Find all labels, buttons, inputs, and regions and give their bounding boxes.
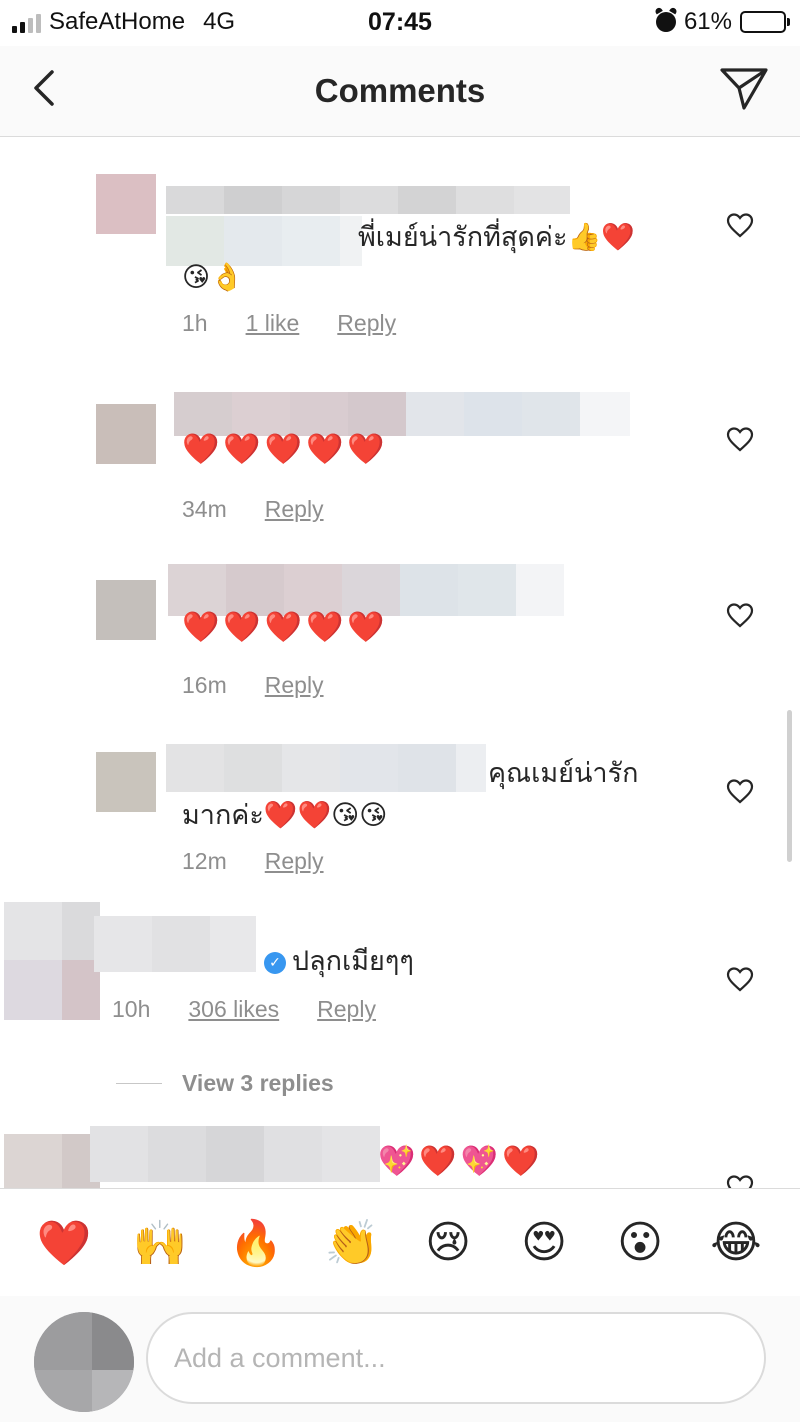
comment-text-content: ปลุกเมียๆๆ — [292, 946, 414, 977]
heart-emoji-button[interactable]: ❤️ — [37, 1218, 92, 1268]
fire-emoji-button[interactable]: 🔥 — [229, 1218, 284, 1268]
reply-button[interactable]: Reply — [265, 496, 324, 523]
reply-button[interactable]: Reply — [337, 310, 396, 337]
alarm-icon — [655, 12, 676, 32]
tears-of-joy-emoji-button[interactable]: 😂 — [710, 1218, 761, 1268]
battery-percent: 61% — [683, 8, 732, 35]
avatar[interactable] — [96, 404, 156, 464]
likes-count[interactable]: 306 likes — [188, 996, 279, 1023]
comment-text: ✓ ปลุกเมียๆๆ — [264, 942, 414, 982]
reply-button[interactable]: Reply — [317, 996, 376, 1023]
comment-meta: 10h 306 likes Reply — [112, 996, 376, 1023]
blurred-username — [166, 744, 486, 792]
heart-outline-icon[interactable] — [726, 602, 754, 628]
comment-composer — [0, 1296, 800, 1422]
blurred-username — [174, 392, 630, 436]
comment-time: 34m — [182, 496, 227, 522]
divider-line — [116, 1083, 162, 1084]
blurred-username — [94, 916, 256, 972]
blurred-username — [166, 186, 570, 214]
comment-text: พี่เมย์น่ารักที่สุดค่ะ👍❤️ — [358, 222, 635, 253]
status-bar: SafeAtHome 4G 07:45 61% — [0, 0, 800, 46]
comment-meta: 1h 1 like Reply — [182, 310, 396, 337]
comment-input[interactable] — [146, 1312, 766, 1404]
surprised-face-emoji-button[interactable]: 😮 — [615, 1218, 665, 1268]
status-right: 61% — [655, 8, 790, 36]
comment-time: 16m — [182, 672, 227, 698]
reply-button[interactable]: Reply — [265, 672, 324, 699]
avatar[interactable] — [96, 580, 156, 640]
raising-hands-emoji-button[interactable]: 🙌 — [133, 1218, 188, 1268]
avatar[interactable] — [96, 174, 156, 234]
crying-face-emoji-button[interactable]: 😢 — [423, 1218, 473, 1268]
likes-count[interactable]: 1 like — [246, 310, 300, 337]
reply-button[interactable]: Reply — [265, 848, 324, 875]
comment-text: 😘👌 — [182, 262, 244, 293]
verified-badge-icon: ✓ — [264, 952, 286, 974]
view-replies-button[interactable]: View 3 replies — [116, 1070, 334, 1097]
comment-text: 💖❤️💖❤️ — [378, 1145, 544, 1178]
page-title: Comments — [314, 72, 486, 109]
heart-outline-icon[interactable] — [726, 212, 754, 238]
comments-list[interactable]: พี่เมย์น่ารักที่สุดค่ะ👍❤️ 😘👌 1h 1 like R… — [0, 138, 800, 1188]
scrollbar[interactable] — [787, 710, 792, 862]
paper-plane-icon[interactable] — [718, 64, 770, 112]
comment-meta: 16m Reply — [182, 672, 324, 699]
avatar[interactable] — [96, 752, 156, 812]
comment-text: คุณเมย์น่ารัก — [488, 758, 639, 789]
battery-icon — [740, 11, 790, 33]
blurred-username — [168, 564, 564, 616]
comment-time: 10h — [112, 996, 151, 1022]
clapping-hands-emoji-button[interactable]: 👏 — [325, 1218, 380, 1268]
heart-outline-icon[interactable] — [726, 426, 754, 452]
comment-time: 12m — [182, 848, 227, 874]
comment-text: ❤️❤️❤️❤️❤️ — [182, 433, 389, 466]
comment-text: ❤️❤️❤️❤️❤️ — [182, 611, 389, 644]
avatar[interactable] — [4, 902, 100, 1020]
comment-text: มากค่ะ❤️❤️😘😘 — [182, 800, 388, 831]
comment-time: 1h — [182, 310, 208, 336]
view-replies-label: View 3 replies — [182, 1070, 334, 1096]
emoji-quick-bar: ❤️ 🙌 🔥 👏 😢 😍 😮 😂 — [0, 1188, 800, 1296]
current-user-avatar — [34, 1312, 134, 1412]
heart-eyes-emoji-button[interactable]: 😍 — [519, 1218, 569, 1268]
header: Comments — [0, 46, 800, 137]
heart-outline-icon[interactable] — [726, 966, 754, 992]
blurred-username — [90, 1126, 380, 1182]
comment-meta: 34m Reply — [182, 496, 324, 523]
heart-outline-icon[interactable] — [726, 1174, 754, 1188]
heart-outline-icon[interactable] — [726, 778, 754, 804]
avatar[interactable] — [4, 1134, 100, 1188]
comment-meta: 12m Reply — [182, 848, 324, 875]
